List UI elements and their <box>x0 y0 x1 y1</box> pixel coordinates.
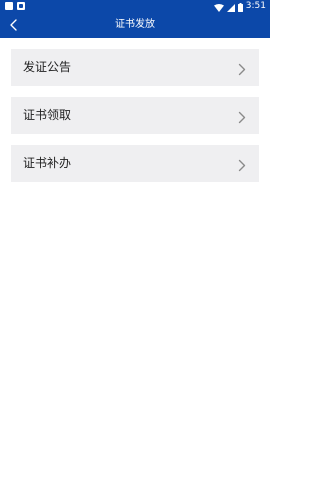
status-bar: 3:51 <box>0 0 270 12</box>
menu-item-label: 证书领取 <box>23 108 72 122</box>
status-notifications <box>5 2 25 10</box>
chevron-right-icon <box>238 109 246 124</box>
page-title: 证书发放 <box>115 19 155 30</box>
status-indicators: 3:51 <box>213 0 266 12</box>
menu-item-label: 证书补办 <box>23 156 72 170</box>
menu-item-certificate-collection[interactable]: 证书领取 <box>11 97 259 134</box>
menu-list: 发证公告 证书领取 证书补办 <box>11 49 259 193</box>
menu-item-label: 发证公告 <box>23 60 72 74</box>
chevron-right-icon <box>238 157 246 172</box>
nav-bar: 证书发放 <box>0 12 270 38</box>
gallery-notification-icon <box>5 2 13 10</box>
chevron-right-icon <box>238 61 246 76</box>
screen: 3:51 证书发放 发证公告 证书领取 证书补办 <box>0 0 270 480</box>
status-time: 3:51 <box>245 1 266 11</box>
menu-item-certificate-reissue[interactable]: 证书补办 <box>11 145 259 182</box>
a-notification-icon <box>17 2 25 10</box>
menu-item-certificate-announcement[interactable]: 发证公告 <box>11 49 259 86</box>
